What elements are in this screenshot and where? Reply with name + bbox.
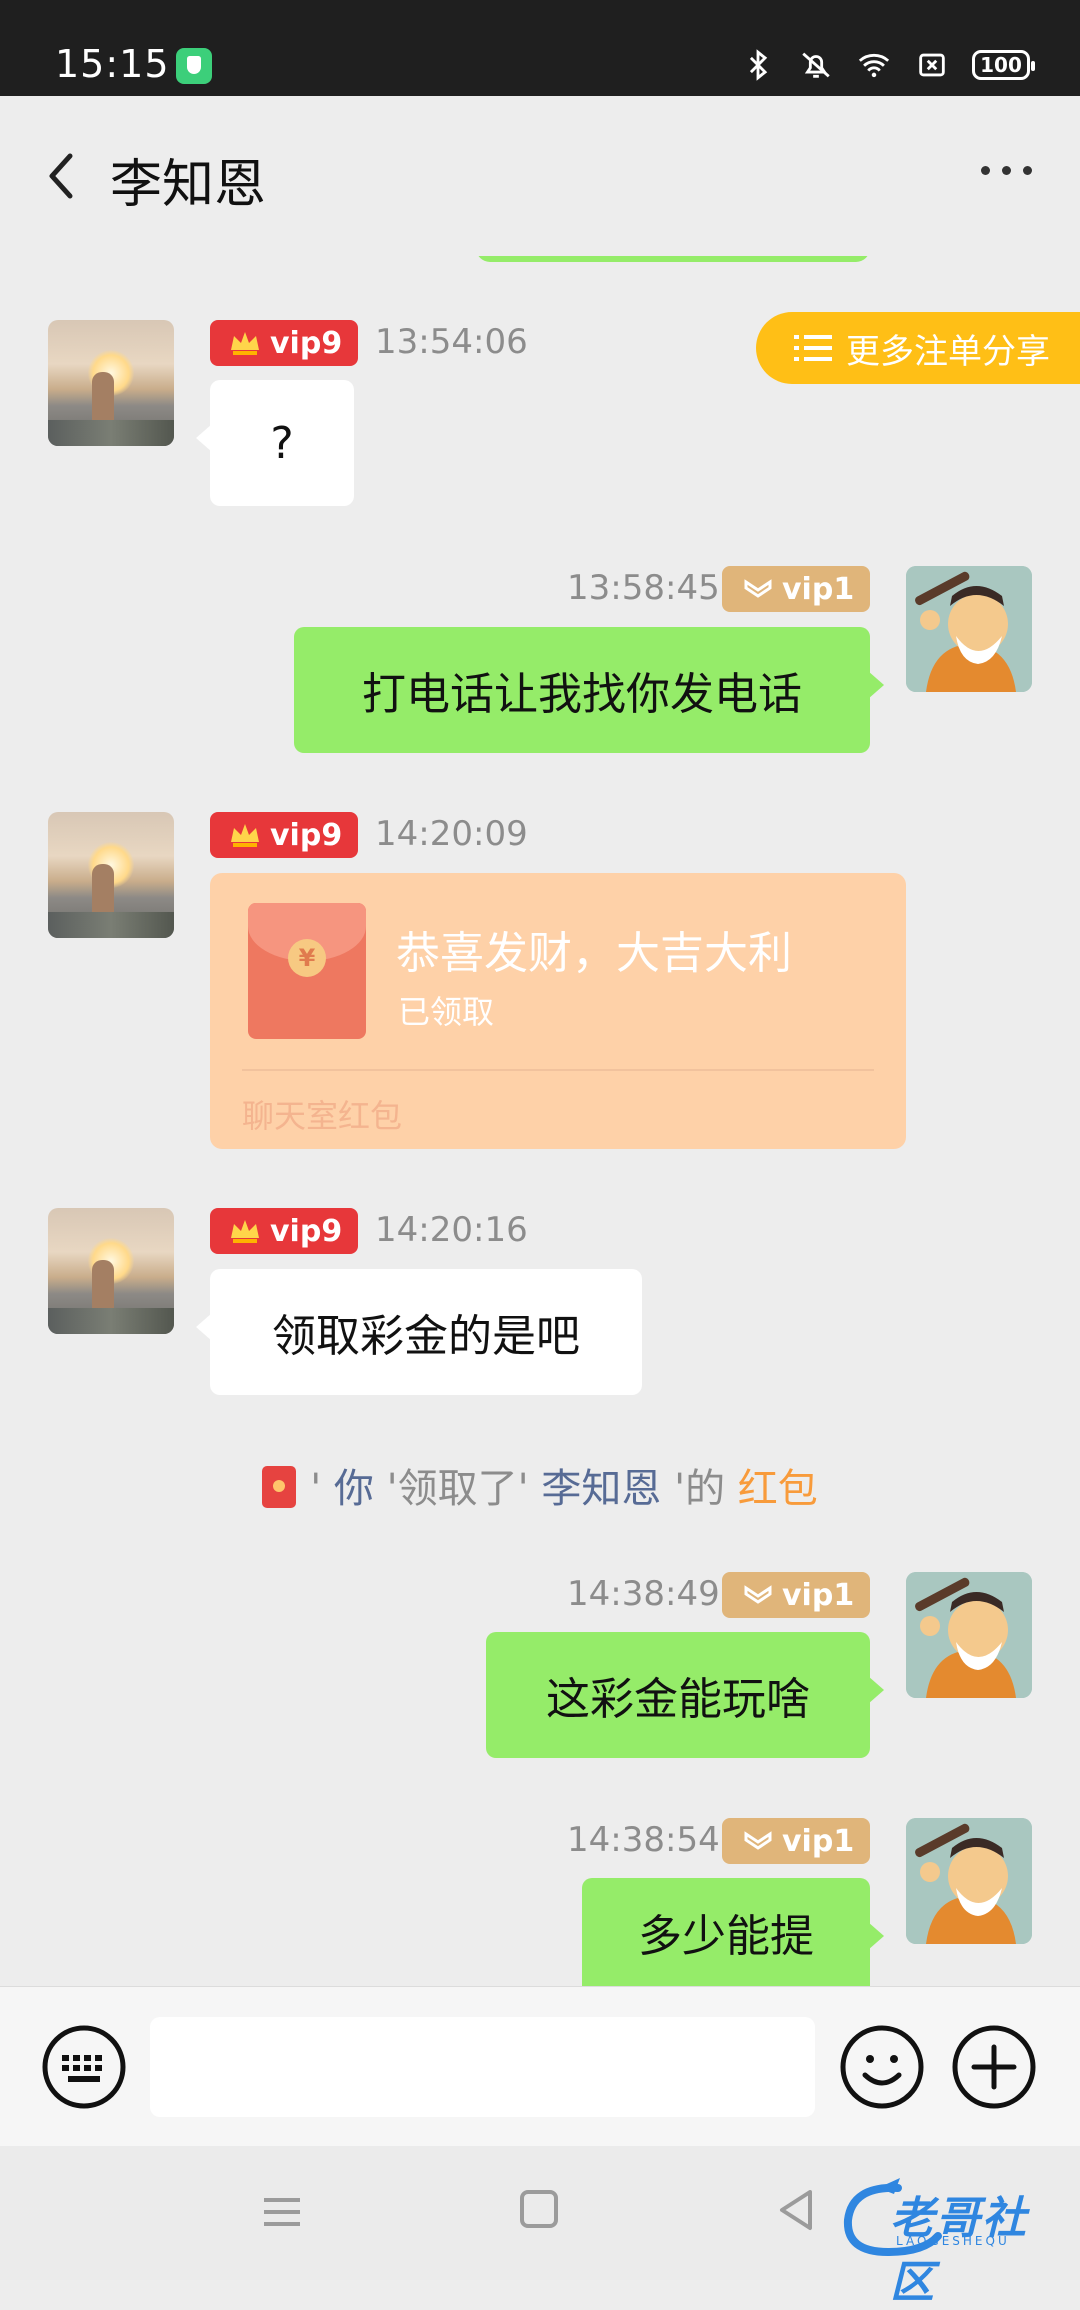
chat-area[interactable]: vip9 13:54:06 ? 更多注单分享 13:58:45 vip1 打电话…	[0, 0, 1080, 1986]
vip-label: vip1	[782, 571, 855, 607]
message-bubble[interactable]: 领取彩金的是吧	[196, 1269, 642, 1395]
message-time: 13:58:45	[567, 568, 720, 608]
notice-packet-link[interactable]: 红包	[738, 1466, 818, 1512]
emoji-icon[interactable]	[838, 2023, 926, 2111]
vip-badge: vip9	[210, 812, 358, 858]
red-packet-divider	[242, 1069, 874, 1071]
red-packet-card[interactable]: ¥ 恭喜发财，大吉大利 已领取 聊天室红包	[210, 873, 906, 1149]
cartoon-avatar-icon	[906, 1572, 1032, 1698]
back-arrow-icon[interactable]	[40, 146, 84, 206]
message-time: 14:38:54	[567, 1820, 720, 1860]
home-icon[interactable]	[520, 2190, 558, 2228]
avatar[interactable]	[48, 812, 174, 938]
avatar[interactable]	[906, 566, 1032, 692]
vip-badge: vip9	[210, 1208, 358, 1254]
red-packet-title: 恭喜发财，大吉大利	[396, 928, 792, 979]
vip-label: vip9	[270, 325, 343, 361]
message-time: 14:20:16	[375, 1210, 528, 1250]
crown-icon	[231, 332, 259, 355]
watermark-subtext: LAOGESHEQU	[896, 2234, 1010, 2248]
back-triangle-icon[interactable]	[776, 2188, 816, 2232]
chevron-badge-icon	[744, 1831, 772, 1850]
vip-badge: vip1	[722, 1818, 870, 1864]
red-packet-status: 已领取	[398, 993, 495, 1031]
vip-label: vip1	[782, 1823, 855, 1859]
keyboard-icon[interactable]	[40, 2023, 128, 2111]
vip-label: vip9	[270, 1213, 343, 1249]
system-notice: ' 你 '领取了' 李知恩 '的 红包	[0, 1456, 1080, 1514]
cartoon-avatar-icon	[906, 1818, 1032, 1944]
message-bubble[interactable]: 打电话让我找你发电话	[294, 627, 884, 753]
chat-header: 李知恩	[0, 96, 1080, 256]
message-time: 13:54:06	[375, 322, 528, 362]
red-envelope-icon: ¥	[248, 903, 366, 1039]
plus-icon[interactable]	[950, 2023, 1038, 2111]
avatar[interactable]	[48, 1208, 174, 1334]
vip-label: vip9	[270, 817, 343, 853]
vip-badge: vip1	[722, 566, 870, 612]
more-bets-share-button[interactable]: 更多注单分享	[756, 312, 1080, 384]
more-bets-share-label: 更多注单分享	[846, 331, 1050, 372]
avatar[interactable]	[48, 320, 174, 446]
notice-user-link[interactable]: 李知恩	[541, 1466, 661, 1512]
message-time: 14:20:09	[375, 814, 528, 854]
red-packet-icon	[262, 1466, 297, 1508]
more-options-icon[interactable]	[981, 166, 1032, 175]
list-icon	[794, 335, 832, 361]
red-packet-footer: 聊天室红包	[242, 1097, 403, 1135]
crown-icon	[231, 824, 259, 847]
message-input[interactable]	[150, 2017, 815, 2117]
menu-icon[interactable]	[262, 2194, 302, 2230]
message-bubble[interactable]: ?	[196, 380, 354, 506]
message-time: 14:38:49	[567, 1574, 720, 1614]
chevron-badge-icon	[744, 579, 772, 598]
watermark-logo: 老哥社区 LAOGESHEQU	[838, 2176, 1070, 2308]
crown-icon	[231, 1220, 259, 1243]
cartoon-avatar-icon	[906, 566, 1032, 692]
chevron-badge-icon	[744, 1585, 772, 1604]
notice-you-link[interactable]: 你	[334, 1466, 374, 1512]
avatar[interactable]	[906, 1572, 1032, 1698]
system-nav-bar: 老哥社区 LAOGESHEQU	[0, 2146, 1080, 2308]
vip-label: vip1	[782, 1577, 855, 1613]
input-bar	[0, 1986, 1080, 2147]
chat-title: 李知恩	[110, 155, 267, 215]
vip-badge: vip1	[722, 1572, 870, 1618]
message-bubble[interactable]: 这彩金能玩啥	[486, 1632, 884, 1758]
avatar[interactable]	[906, 1818, 1032, 1944]
vip-badge: vip9	[210, 320, 358, 366]
message-bubble[interactable]: 多少能提	[582, 1878, 884, 1986]
